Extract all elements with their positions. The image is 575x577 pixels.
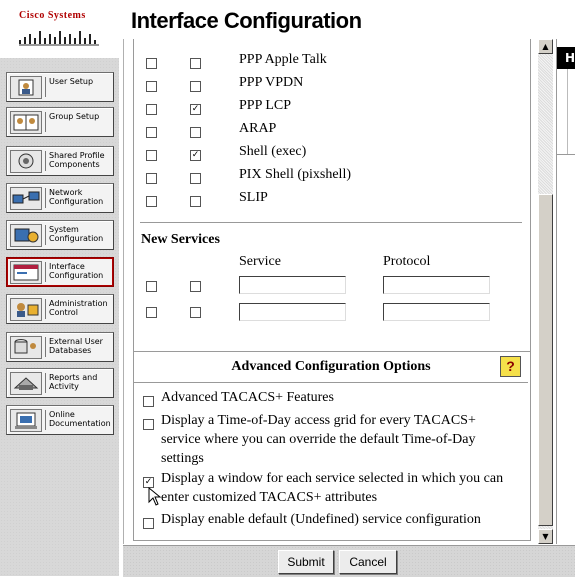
cisco-logo: Cisco Systems [0,0,119,58]
help-icon[interactable]: ? [500,356,521,377]
new-services-heading: New Services [141,232,220,247]
nav-reports-and-activity[interactable]: Reports and Activity [6,368,114,398]
new-service-protocol-input[interactable] [383,303,490,321]
advanced-option-checkbox[interactable] [143,396,154,407]
services-panel: PPP Apple Talk PPP VPDN ✓ PPP LCP ARAP ✓… [133,39,531,381]
content-scrollbar[interactable]: ▲ ▼ [538,39,553,544]
service-label: SLIP [239,190,268,205]
nav-system-configuration[interactable]: System Configuration [6,220,114,250]
service-user-checkbox[interactable] [146,104,157,115]
scroll-up-button[interactable]: ▲ [538,39,553,54]
service-column-header: Service [239,254,281,269]
service-user-checkbox[interactable] [146,150,157,161]
new-service-group-checkbox[interactable] [190,281,201,292]
nav-label: Reports and Activity [49,373,98,391]
service-label: ARAP [239,121,277,136]
nav-user-setup[interactable]: User Setup [6,72,114,102]
service-group-checkbox[interactable] [190,81,201,92]
service-label: Shell (exec) [239,144,307,159]
advanced-options-heading: Advanced Configuration Options [231,359,431,374]
cisco-bars-icon [19,31,99,46]
service-user-checkbox[interactable] [146,196,157,207]
button-bar: Submit Cancel [123,545,575,577]
protocol-column-header: Protocol [383,254,431,269]
group-icon [10,111,42,134]
service-user-checkbox[interactable] [146,81,157,92]
nav-network-configuration[interactable]: Network Configuration [6,183,114,213]
help-frame: H [556,39,575,544]
documentation-icon [10,409,42,432]
divider [134,382,528,383]
advanced-option-checkbox[interactable] [143,419,154,430]
new-service-protocol-input[interactable] [383,276,490,294]
service-group-checkbox[interactable] [190,127,201,138]
nav-label: Group Setup [49,112,100,121]
new-service-user-checkbox[interactable] [146,307,157,318]
service-group-checkbox[interactable]: ✓ [190,104,201,115]
service-user-checkbox[interactable] [146,127,157,138]
nav-label: Online Documentation [49,410,111,428]
nav-interface-configuration[interactable]: Interface Configuration [6,257,114,287]
nav-label: Network Configuration [49,188,104,206]
user-icon [10,76,42,99]
nav-label: System Configuration [49,225,104,243]
nav-shared-profile-components[interactable]: Shared Profile Components [6,146,114,176]
nav-online-documentation[interactable]: Online Documentation [6,405,114,435]
advanced-option-label: Display a Time-of-Day access grid for ev… [161,413,476,428]
help-frame-header: H [557,47,575,69]
advanced-options-header: Advanced Configuration Options ? [134,352,528,382]
advanced-option-label-cont: service where you can override the defau… [161,432,476,447]
service-group-checkbox[interactable] [190,196,201,207]
submit-button[interactable]: Submit [278,550,334,574]
nav-administration-control[interactable]: Administration Control [6,294,114,324]
service-group-checkbox[interactable] [190,58,201,69]
service-group-checkbox[interactable]: ✓ [190,150,201,161]
network-icon [10,187,42,210]
content-frame: PPP Apple Talk PPP VPDN ✓ PPP LCP ARAP ✓… [123,39,539,544]
service-label: PPP VPDN [239,75,304,90]
advanced-options-panel: Advanced Configuration Options ? Advance… [133,351,531,541]
scroll-thumb[interactable] [538,194,553,526]
advanced-option-label: Display a window for each service select… [161,471,504,486]
shared-profile-icon [10,150,42,173]
service-label: PIX Shell (pixshell) [239,167,351,182]
brand-name: Cisco Systems [19,10,86,21]
advanced-option-checkbox[interactable] [143,518,154,529]
nav-label: Administration Control [49,299,108,317]
service-user-checkbox[interactable] [146,173,157,184]
nav-label: User Setup [49,77,94,86]
nav-external-user-databases[interactable]: External User Databases [6,332,114,362]
nav-label: External User Databases [49,337,103,355]
nav-group-setup[interactable]: Group Setup [6,107,114,137]
advanced-option-label: Advanced TACACS+ Features [161,390,334,405]
database-icon [10,336,42,359]
new-service-group-checkbox[interactable] [190,307,201,318]
service-label: PPP LCP [239,98,292,113]
service-label: PPP Apple Talk [239,52,327,67]
interface-icon [10,261,42,284]
nav-label: Shared Profile Components [49,151,105,169]
new-service-name-input[interactable] [239,276,346,294]
system-icon [10,224,42,247]
mouse-cursor-icon [148,487,162,506]
advanced-option-label: Display enable default (Undefined) servi… [161,512,481,527]
left-navigation: Cisco Systems User Setup Group Setup Sha… [0,0,119,576]
nav-label: Interface Configuration [49,262,104,280]
advanced-option-label-cont: settings [161,451,204,466]
new-service-user-checkbox[interactable] [146,281,157,292]
divider [140,222,522,223]
service-user-checkbox[interactable] [146,58,157,69]
page-title: Interface Configuration [131,8,362,33]
reports-icon [10,372,42,395]
service-group-checkbox[interactable] [190,173,201,184]
cancel-button[interactable]: Cancel [339,550,397,574]
scroll-down-button[interactable]: ▼ [538,529,553,544]
admin-icon [10,298,42,321]
new-service-name-input[interactable] [239,303,346,321]
advanced-option-label-cont: enter customized TACACS+ attributes [161,490,378,505]
